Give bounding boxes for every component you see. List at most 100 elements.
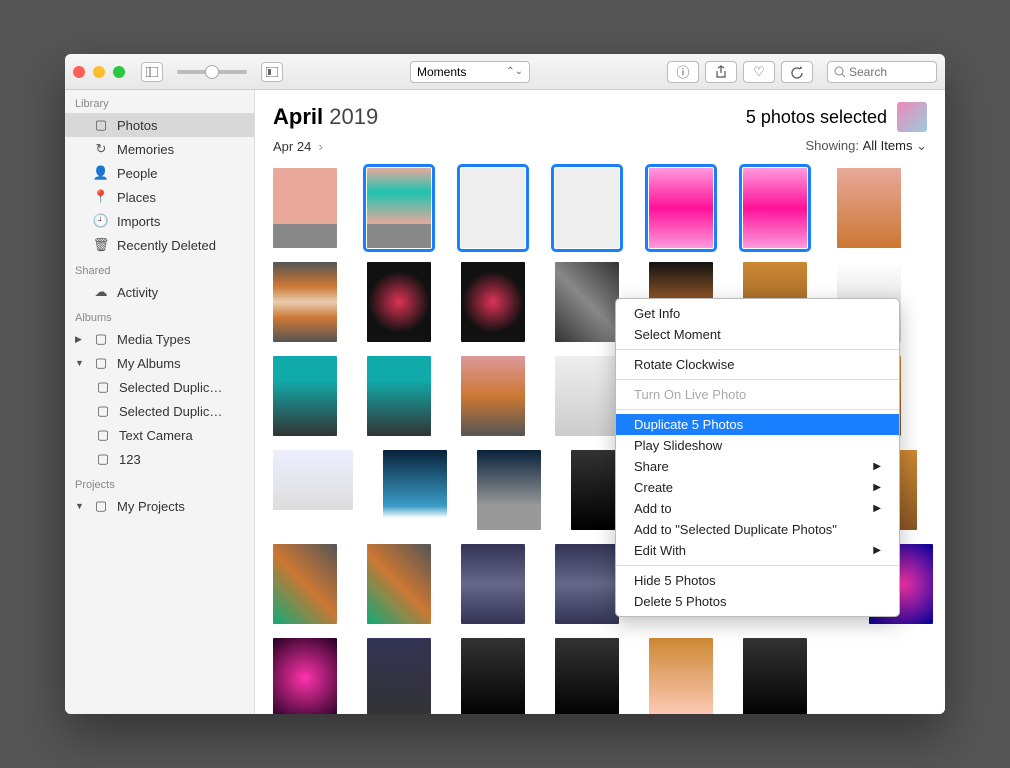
- chevron-right-icon: ▶: [873, 461, 881, 472]
- photo-grid: Get Info Select Moment Rotate Clockwise …: [255, 162, 945, 714]
- photo-thumb[interactable]: [555, 168, 619, 248]
- sidebar-item-places[interactable]: 📍 Places: [65, 185, 254, 209]
- sidebar-album-4[interactable]: ▢ 123: [65, 447, 254, 471]
- ctx-hide[interactable]: Hide 5 Photos: [616, 570, 899, 591]
- sidebar-album-2[interactable]: ▢ Selected Duplic…: [65, 399, 254, 423]
- search-icon: [834, 66, 846, 78]
- ctx-share[interactable]: Share▶: [616, 456, 899, 477]
- sidebar-item-my-projects[interactable]: ▼▢ My Projects: [65, 494, 254, 518]
- menu-separator: [616, 379, 899, 380]
- zoom-icon[interactable]: [113, 66, 125, 78]
- menu-separator: [616, 565, 899, 566]
- ctx-slideshow[interactable]: Play Slideshow: [616, 435, 899, 456]
- chevron-down-icon: ▼: [75, 501, 85, 511]
- sidebar-item-media-types[interactable]: ▶▢ Media Types: [65, 327, 254, 351]
- photo-thumb[interactable]: [461, 638, 525, 714]
- header-thumbnail[interactable]: [897, 102, 927, 132]
- ctx-add-to-album[interactable]: Add to "Selected Duplicate Photos": [616, 519, 899, 540]
- ctx-add-to[interactable]: Add to▶: [616, 498, 899, 519]
- photo-thumb[interactable]: [649, 638, 713, 714]
- chevron-down-icon: ▼: [75, 358, 85, 368]
- album-icon: ▢: [95, 451, 111, 467]
- sidebar-item-people[interactable]: 👤 People: [65, 161, 254, 185]
- rotate-button[interactable]: [781, 61, 813, 83]
- ctx-edit-with[interactable]: Edit With▶: [616, 540, 899, 561]
- toolbar-actions: ⓘ ♡: [667, 61, 813, 83]
- photo-thumb[interactable]: [555, 356, 619, 436]
- chevron-right-icon: ▶: [873, 503, 881, 514]
- thumbnails-icon[interactable]: [261, 62, 283, 82]
- search-field[interactable]: [827, 61, 937, 83]
- info-button[interactable]: ⓘ: [667, 61, 699, 83]
- ctx-duplicate[interactable]: Duplicate 5 Photos: [616, 414, 899, 435]
- sidebar-album-1[interactable]: ▢ Selected Duplic…: [65, 375, 254, 399]
- photo-thumb[interactable]: [383, 450, 447, 530]
- photo-thumb[interactable]: [555, 638, 619, 714]
- photo-thumb[interactable]: [555, 262, 619, 342]
- date-crumb[interactable]: Apr 24 ›: [273, 139, 323, 154]
- titlebar: Moments ⌃⌄ ⓘ ♡: [65, 54, 945, 90]
- photo-thumb[interactable]: [477, 450, 541, 530]
- photo-thumb[interactable]: [461, 544, 525, 624]
- sidebar-item-memories[interactable]: ↻ Memories: [65, 137, 254, 161]
- sidebar-section-projects: Projects: [65, 471, 254, 494]
- photos-icon: ▢: [93, 117, 109, 133]
- photo-thumb[interactable]: [367, 262, 431, 342]
- menu-separator: [616, 409, 899, 410]
- photo-thumb[interactable]: [273, 168, 337, 248]
- places-icon: 📍: [93, 189, 109, 205]
- photo-thumb[interactable]: [649, 168, 713, 248]
- ctx-delete[interactable]: Delete 5 Photos: [616, 591, 899, 612]
- ctx-live-photo: Turn On Live Photo: [616, 384, 899, 405]
- photo-thumb[interactable]: [273, 450, 353, 510]
- sidebar: Library ▢ Photos ↻ Memories 👤 People 📍 P…: [65, 90, 255, 714]
- photo-thumb[interactable]: [837, 168, 901, 248]
- showing-filter[interactable]: Showing: All Items ⌄: [806, 138, 927, 154]
- photo-thumb[interactable]: [461, 262, 525, 342]
- chevron-down-icon: ⌄: [916, 138, 927, 153]
- photo-thumb[interactable]: [367, 356, 431, 436]
- album-icon: ▢: [95, 427, 111, 443]
- minimize-icon[interactable]: [93, 66, 105, 78]
- photo-thumb[interactable]: [273, 262, 337, 342]
- photo-thumb[interactable]: [743, 638, 807, 714]
- search-input[interactable]: [849, 65, 929, 79]
- sidebar-album-3[interactable]: ▢ Text Camera: [65, 423, 254, 447]
- sidebar-item-photos[interactable]: ▢ Photos: [65, 113, 254, 137]
- ctx-get-info[interactable]: Get Info: [616, 303, 899, 324]
- photo-thumb[interactable]: [555, 544, 619, 624]
- photos-window: Moments ⌃⌄ ⓘ ♡ Library ▢ Photos: [65, 54, 945, 714]
- photo-thumb[interactable]: [367, 638, 431, 714]
- selection-count: 5 photos selected: [746, 107, 887, 128]
- view-selector[interactable]: Moments ⌃⌄: [410, 61, 530, 83]
- sidebar-toggle-icon[interactable]: [141, 62, 163, 82]
- sidebar-section-albums: Albums: [65, 304, 254, 327]
- folder-icon: ▢: [93, 498, 109, 514]
- main-header: April 2019 5 photos selected: [255, 90, 945, 136]
- chevron-right-icon: ›: [319, 139, 323, 154]
- photo-thumb[interactable]: [461, 356, 525, 436]
- photo-thumb[interactable]: [273, 356, 337, 436]
- imports-icon: 🕘: [93, 213, 109, 229]
- favorite-button[interactable]: ♡: [743, 61, 775, 83]
- photo-thumb[interactable]: [367, 544, 431, 624]
- subheader: Apr 24 › Showing: All Items ⌄: [255, 136, 945, 162]
- folder-icon: ▢: [93, 355, 109, 371]
- photo-thumb[interactable]: [743, 168, 807, 248]
- sidebar-section-shared: Shared: [65, 257, 254, 280]
- photo-thumb[interactable]: [367, 168, 431, 248]
- sidebar-item-recently-deleted[interactable]: 🗑 Recently Deleted: [65, 233, 254, 257]
- sidebar-item-my-albums[interactable]: ▼▢ My Albums: [65, 351, 254, 375]
- photo-thumb[interactable]: [273, 638, 337, 714]
- folder-icon: ▢: [93, 331, 109, 347]
- share-button[interactable]: [705, 61, 737, 83]
- ctx-select-moment[interactable]: Select Moment: [616, 324, 899, 345]
- sidebar-item-activity[interactable]: ☁ Activity: [65, 280, 254, 304]
- zoom-slider[interactable]: [177, 70, 247, 74]
- ctx-create[interactable]: Create▶: [616, 477, 899, 498]
- sidebar-item-imports[interactable]: 🕘 Imports: [65, 209, 254, 233]
- photo-thumb[interactable]: [461, 168, 525, 248]
- photo-thumb[interactable]: [273, 544, 337, 624]
- close-icon[interactable]: [73, 66, 85, 78]
- ctx-rotate[interactable]: Rotate Clockwise: [616, 354, 899, 375]
